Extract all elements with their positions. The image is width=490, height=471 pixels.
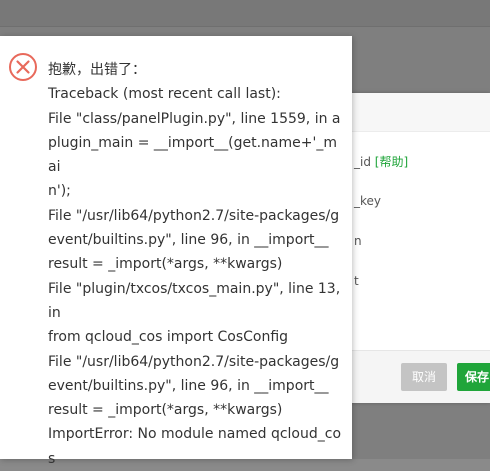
- save-button[interactable]: 保存: [457, 363, 490, 391]
- traceback-line: File "/usr/lib64/python2.7/site-packages…: [48, 353, 340, 370]
- cancel-button[interactable]: 取消: [401, 363, 447, 391]
- traceback-line: File "plugin/txcos/txcos_main.py", line …: [48, 280, 341, 297]
- field-label-text: _id: [354, 155, 375, 169]
- top-bar: [0, 0, 490, 27]
- traceback-line: from qcloud_cos import CosConfig: [48, 329, 289, 346]
- secret-key-field-label: _key: [354, 194, 381, 208]
- traceback-line: ImportError: No module named qcloud_co: [48, 426, 342, 443]
- field-label-text: _key: [354, 194, 382, 208]
- traceback-line: File "/usr/lib64/python2.7/site-packages…: [48, 207, 340, 224]
- traceback-line: plugin_main = __import__(get.name+'_mai: [48, 134, 337, 176]
- traceback-line: result = _import(*args, **kwargs): [48, 256, 283, 273]
- field-label-text: n: [354, 234, 362, 248]
- traceback-line: result = _import(*args, **kwargs): [48, 402, 283, 419]
- error-popup: 抱歉，出错了： Traceback (most recent call last…: [0, 36, 352, 467]
- traceback-line: in: [48, 304, 61, 321]
- traceback-line: event/builtins.py", line 96, in __import…: [48, 377, 329, 394]
- help-link[interactable]: [帮助]: [375, 155, 408, 169]
- field-label-text: t: [354, 274, 359, 288]
- traceback-line: File "class/panelPlugin.py", line 1559, …: [48, 110, 341, 127]
- traceback-line: event/builtins.py", line 96, in __import…: [48, 232, 329, 249]
- traceback-line: Traceback (most recent call last):: [48, 86, 281, 103]
- error-heading: 抱歉，出错了：: [48, 62, 146, 78]
- error-x-circle-icon: [9, 53, 37, 81]
- error-message: 抱歉，出错了： Traceback (most recent call last…: [48, 58, 344, 471]
- traceback-line: n');: [48, 183, 71, 200]
- secret-id-field-label: _id [帮助]: [354, 153, 408, 170]
- bucket-field-label: t: [354, 274, 359, 288]
- region-field-label: n: [354, 234, 362, 248]
